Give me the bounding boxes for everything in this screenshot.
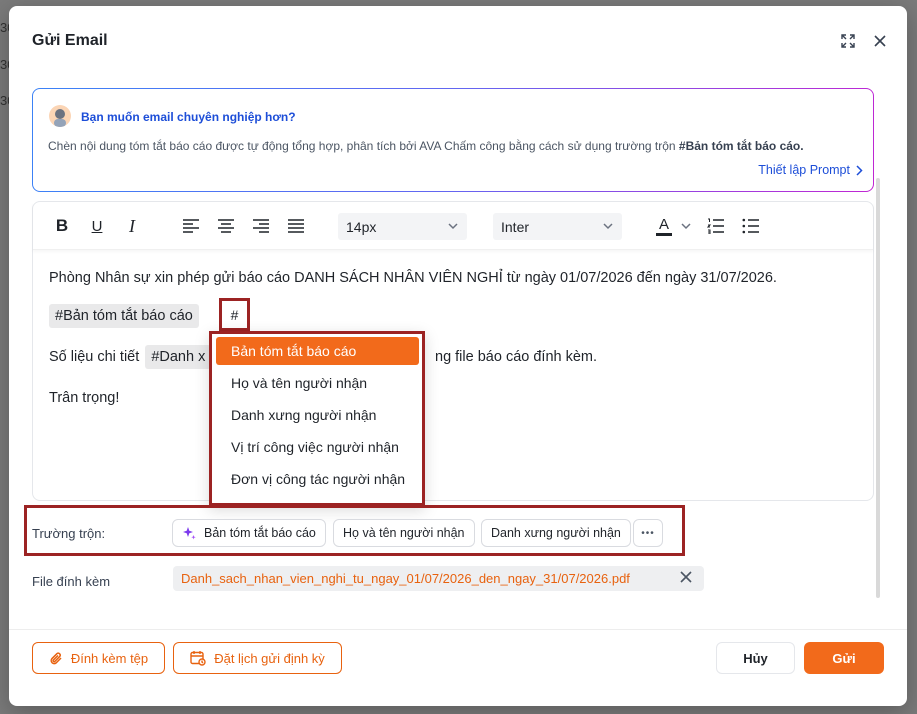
ordered-list-button[interactable]: [703, 214, 727, 238]
scrollbar-thumb[interactable]: [876, 178, 880, 598]
dropdown-item-salutation[interactable]: Danh xưng người nhận: [216, 401, 419, 429]
promo-title: Bạn muốn email chuyên nghiệp hơn?: [81, 110, 296, 124]
merge-chip-full-name[interactable]: Họ và tên người nhận: [333, 519, 475, 547]
font-size-value: 14px: [346, 218, 377, 235]
merge-tag-summary[interactable]: #Bản tóm tắt báo cáo: [49, 304, 199, 328]
align-right-icon: [253, 219, 269, 233]
justify-button[interactable]: [284, 214, 308, 238]
body-line-4: Trân trọng!: [49, 390, 120, 406]
footer-divider: [9, 629, 907, 630]
promo-description-highlight: #Bản tóm tắt báo cáo.: [678, 139, 804, 153]
sparkle-icon: [182, 526, 197, 541]
bold-button[interactable]: B: [50, 214, 74, 238]
cancel-button[interactable]: Hủy: [716, 642, 795, 674]
bullet-list-icon: [742, 218, 759, 234]
dropdown-item-full-name[interactable]: Họ và tên người nhận: [216, 369, 419, 397]
body-line-3-prefix: Số liệu chi tiết: [49, 349, 140, 365]
attachment-file-name[interactable]: Danh_sach_nhan_vien_nghi_tu_ngay_01/07/2…: [181, 571, 630, 586]
font-family-value: Inter: [501, 218, 530, 235]
send-button[interactable]: Gửi: [804, 642, 884, 674]
editor-toolbar: B U I 14px Inter A: [33, 202, 873, 250]
text-color-button[interactable]: A: [653, 214, 675, 238]
expand-button[interactable]: [837, 30, 859, 52]
remove-attachment-button[interactable]: [680, 571, 692, 586]
hash-trigger[interactable]: #: [219, 298, 250, 331]
paperclip-icon: [50, 651, 62, 664]
underline-button[interactable]: U: [85, 214, 109, 238]
scrollbar[interactable]: [875, 68, 881, 608]
bullet-list-button[interactable]: [738, 214, 762, 238]
chevron-right-icon: [856, 164, 863, 176]
body-line-1: Phòng Nhân sự xin phép gửi báo cáo DANH …: [49, 270, 777, 286]
align-right-button[interactable]: [249, 214, 273, 238]
schedule-send-button[interactable]: Đặt lịch gửi định kỳ: [173, 642, 342, 674]
merge-tag-name[interactable]: #Danh x: [145, 345, 212, 369]
chevron-down-icon: [448, 223, 458, 230]
attach-file-button[interactable]: Đính kèm tệp: [32, 642, 165, 674]
chevron-down-icon: [681, 223, 691, 230]
ai-promo-banner: Bạn muốn email chuyên nghiệp hơn? Chèn n…: [32, 88, 874, 192]
body-line-2: #Bản tóm tắt báo cáo: [49, 304, 199, 328]
font-family-select[interactable]: Inter: [493, 213, 622, 240]
dropdown-item-position[interactable]: Vị trí công việc người nhận: [216, 433, 419, 461]
dropdown-item-summary[interactable]: Bản tóm tắt báo cáo: [216, 337, 419, 365]
italic-button[interactable]: I: [120, 214, 144, 238]
text-color-dropdown[interactable]: [679, 214, 693, 238]
merge-chip-summary[interactable]: Bản tóm tắt báo cáo: [172, 519, 326, 547]
assistant-avatar: [49, 105, 71, 127]
send-email-dialog: Gửi Email Bạn muốn email chuyên nghiệp h…: [9, 6, 907, 706]
close-icon: [874, 35, 886, 47]
dialog-title: Gửi Email: [32, 32, 108, 49]
chevron-down-icon: [603, 223, 613, 230]
attachment-file[interactable]: Danh_sach_nhan_vien_nghi_tu_ngay_01/07/2…: [173, 566, 704, 591]
attach-file-label: Đính kèm tệp: [70, 650, 149, 666]
text-color-swatch: [656, 232, 672, 236]
expand-icon: [841, 34, 855, 48]
align-center-button[interactable]: [214, 214, 238, 238]
close-button[interactable]: [869, 30, 891, 52]
merge-field-dropdown: Bản tóm tắt báo cáo Họ và tên người nhận…: [209, 331, 425, 506]
close-icon: [680, 571, 692, 583]
justify-icon: [288, 219, 304, 233]
calendar-clock-icon: [190, 651, 206, 666]
attachment-label: File đính kèm: [32, 574, 111, 589]
text-color-letter: A: [658, 215, 669, 233]
align-left-icon: [183, 219, 199, 233]
schedule-send-label: Đặt lịch gửi định kỳ: [214, 650, 325, 666]
email-editor: B U I 14px Inter A Phòng Nhân sự xin phé…: [32, 201, 874, 501]
merge-chip-label: Bản tóm tắt báo cáo: [204, 526, 316, 540]
promo-description: Chèn nội dung tóm tắt báo cáo được tự độ…: [48, 139, 804, 153]
dropdown-item-unit[interactable]: Đơn vị công tác người nhận: [216, 465, 419, 493]
align-left-button[interactable]: [179, 214, 203, 238]
body-line-3-suffix: ng file báo cáo đính kèm.: [435, 349, 598, 365]
font-size-select[interactable]: 14px: [338, 213, 467, 240]
more-merge-fields-button[interactable]: •••: [633, 519, 663, 547]
ordered-list-icon: [706, 218, 724, 234]
merge-chip-salutation[interactable]: Danh xưng người nhận: [481, 519, 631, 547]
setup-prompt-link[interactable]: Thiết lập Prompt: [758, 163, 863, 177]
setup-prompt-label: Thiết lập Prompt: [758, 163, 850, 177]
merge-fields-label: Trường trộn:: [32, 526, 106, 541]
align-center-icon: [218, 219, 234, 233]
body-line-3: Số liệu chi tiết #Danh x: [49, 345, 212, 369]
